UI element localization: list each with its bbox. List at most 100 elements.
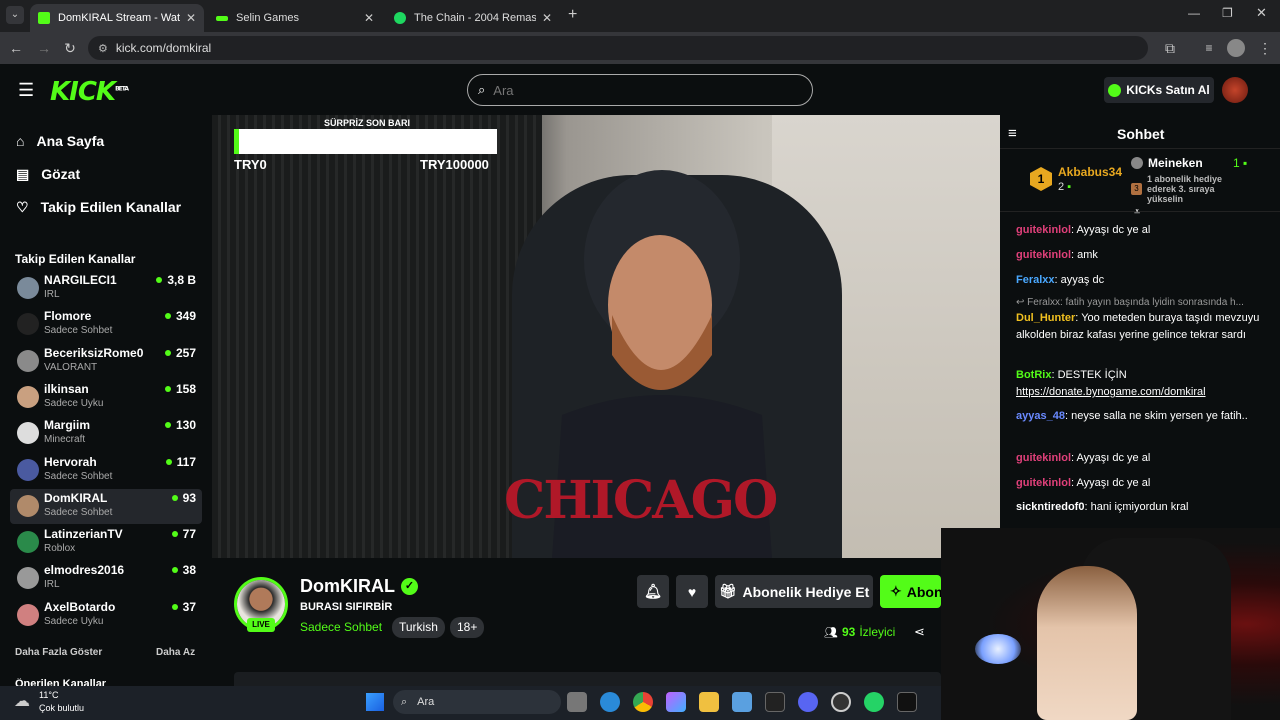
scroll-down-icon[interactable]: ⩡ — [1134, 206, 1140, 219]
channel-name: NARGILECI1 — [44, 273, 117, 287]
tab-title: DomKIRAL Stream - Watch Live — [58, 12, 180, 24]
terminal-icon[interactable] — [897, 692, 917, 712]
video-player[interactable]: CHICAGO — [212, 115, 1000, 558]
notepad-icon[interactable] — [732, 692, 752, 712]
sidebar-channel-item[interactable]: DomKIRAL Sadece Sohbet 93 — [10, 488, 202, 524]
subscribe-button[interactable]: ✧ Abon — [880, 575, 941, 608]
chat-username[interactable]: BotRix — [1016, 369, 1051, 381]
language-tag[interactable]: Turkish — [392, 617, 445, 638]
leader-count-value: 2 — [1058, 181, 1065, 193]
tab-list-button[interactable]: ⌄ — [6, 6, 24, 24]
live-dot-icon — [165, 458, 172, 465]
hamburger-menu-icon[interactable]: ☰ — [18, 80, 34, 101]
close-tab-icon[interactable]: ✕ — [364, 11, 374, 25]
live-dot-icon — [156, 277, 163, 283]
streamer-name[interactable]: DomKIRAL ✓ — [300, 576, 418, 597]
channel-viewers: 117 — [165, 455, 196, 469]
search-input[interactable] — [493, 82, 794, 98]
live-dot-icon — [171, 603, 178, 610]
edge-icon[interactable] — [600, 692, 620, 712]
discord-icon[interactable] — [798, 692, 818, 712]
live-dot-icon — [164, 385, 171, 392]
file-explorer-icon[interactable] — [699, 692, 719, 712]
tab-domkiral[interactable]: DomKIRAL Stream - Watch Live ✕ — [30, 4, 204, 32]
chat-username[interactable]: Feralxx — [1016, 274, 1055, 286]
age-tag[interactable]: 18+ — [450, 617, 485, 638]
chat-username[interactable]: guitekinlol — [1016, 477, 1071, 489]
extensions-icon[interactable]: ⧉ — [1160, 38, 1180, 58]
channel-avatar — [17, 277, 39, 299]
minimize-icon[interactable]: — — [1188, 6, 1200, 20]
stream-category[interactable]: Sadece Sohbet — [300, 620, 382, 634]
show-more-link[interactable]: Daha Fazla Göster — [15, 647, 102, 658]
task-view-icon[interactable] — [567, 692, 587, 712]
channel-viewers-value: 37 — [182, 599, 196, 614]
sidebar-channel-item[interactable]: BeceriksizRome0 VALORANT 257 — [10, 344, 202, 379]
taskbar-search[interactable]: ⌕ Ara — [393, 690, 561, 714]
weather-icon[interactable]: ☁ — [14, 691, 30, 711]
obs-icon[interactable] — [831, 692, 851, 712]
sidebar-channel-item[interactable]: Margiim Minecraft 130 — [10, 416, 202, 451]
search-box[interactable]: ⌕ — [467, 74, 813, 106]
follow-heart-button[interactable]: ♥ — [676, 575, 708, 608]
nav-following[interactable]: ♡ Takip Edilen Kanallar — [16, 195, 181, 219]
copilot-icon[interactable] — [666, 692, 686, 712]
tab-spotify[interactable]: The Chain - 2004 Remaster - pl ✕ — [386, 4, 560, 32]
channel-category: IRL — [44, 289, 60, 300]
chat-username[interactable]: sickntiredof0 — [1016, 501, 1084, 513]
media-control-icon[interactable]: ≡ — [1199, 38, 1219, 58]
close-window-icon[interactable]: ✕ — [1256, 5, 1267, 21]
close-tab-icon[interactable]: ✕ — [186, 11, 196, 25]
chrome-icon[interactable] — [633, 692, 653, 712]
url-text: kick.com/domkiral — [115, 41, 212, 55]
viewers-icon: 👥︎ — [824, 626, 838, 639]
chat-username[interactable]: ayyas_48 — [1016, 410, 1065, 422]
close-tab-icon[interactable]: ✕ — [542, 11, 552, 25]
address-bar[interactable]: ⚙ kick.com/domkiral — [88, 36, 1148, 60]
whatsapp-icon[interactable] — [864, 692, 884, 712]
nav-browse[interactable]: ▤ Gözat — [16, 162, 80, 186]
collapse-chat-icon[interactable]: ≡ — [1008, 125, 1017, 142]
share-icon[interactable]: ⋖ — [914, 624, 925, 640]
heart-icon: ♡ — [16, 198, 29, 215]
buy-kicks-button[interactable]: KICKs Satın Al — [1104, 77, 1214, 103]
nav-home[interactable]: ⌂ Ana Sayfa — [16, 129, 104, 153]
chat-username[interactable]: guitekinlol — [1016, 452, 1071, 464]
profile-avatar[interactable] — [1227, 39, 1245, 57]
notification-bell-button[interactable]: 🔔︎ — [637, 575, 669, 608]
chat-username[interactable]: guitekinlol — [1016, 249, 1071, 261]
live-badge: LIVE — [247, 618, 275, 632]
new-tab-icon[interactable]: + — [568, 6, 577, 24]
sidebar-channel-item[interactable]: Flomore Sadece Sohbet 349 — [10, 307, 202, 342]
tab-selin-games[interactable]: Selin Games ✕ — [208, 4, 382, 32]
webcam-lamp — [975, 634, 1021, 664]
show-less-link[interactable]: Daha Az — [156, 647, 195, 658]
chat-username[interactable]: guitekinlol — [1016, 224, 1071, 236]
channel-viewers: 3,8 B — [156, 273, 196, 287]
chat-username[interactable]: Dul_Hunter — [1016, 312, 1075, 324]
sidebar-channel-item[interactable]: Hervorah Sadece Sohbet 117 — [10, 453, 202, 488]
top-gifter-name[interactable]: Meineken — [1148, 156, 1203, 170]
kick-logo[interactable]: KICKBETA — [50, 77, 129, 107]
sidebar-channel-item[interactable]: LatinzerianTV Roblox 77 — [10, 525, 202, 560]
back-icon[interactable]: ← — [6, 38, 26, 58]
sidebar-channel-item[interactable]: NARGILECI1 IRL 3,8 B — [10, 271, 202, 306]
start-button-icon[interactable] — [366, 693, 384, 711]
app-icon[interactable] — [765, 692, 785, 712]
site-info-icon[interactable]: ⚙ — [98, 42, 108, 55]
channel-name: DomKIRAL — [44, 490, 108, 505]
forward-icon[interactable]: → — [34, 38, 54, 58]
sidebar-channel-item[interactable]: ilkinsan Sadece Uyku 158 — [10, 380, 202, 415]
chat-link[interactable]: https://donate.bynogame.com/domkiral — [1016, 386, 1206, 398]
leader-name[interactable]: Akbabus34 — [1058, 165, 1122, 179]
maximize-icon[interactable]: ❐ — [1222, 6, 1233, 20]
kick-favicon-icon — [216, 15, 228, 21]
reload-icon[interactable]: ↻ — [60, 38, 80, 58]
channel-name: ilkinsan — [44, 381, 89, 396]
chat-text: amk — [1077, 249, 1098, 261]
menu-kebab-icon[interactable]: ⋮ — [1255, 38, 1275, 58]
gift-subscription-button[interactable]: 🎁︎ Abonelik Hediye Et — [715, 575, 873, 608]
sidebar-channel-item[interactable]: elmodres2016 IRL 38 — [10, 561, 202, 596]
sidebar-channel-item[interactable]: AxelBotardo Sadece Uyku 37 — [10, 598, 202, 633]
user-avatar[interactable] — [1222, 77, 1248, 103]
